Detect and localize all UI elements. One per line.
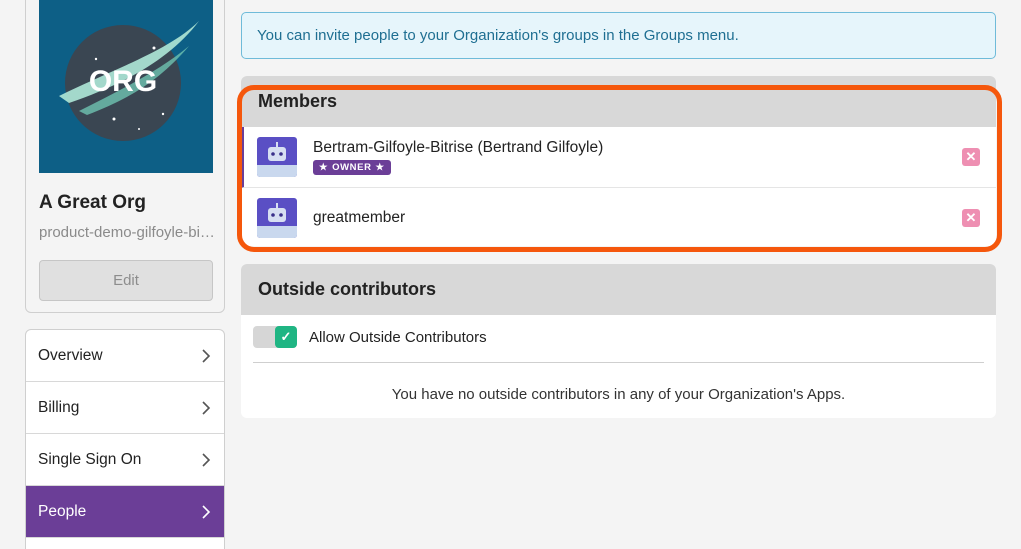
nav-item-label: People (38, 502, 87, 520)
org-logo: ORG (39, 0, 213, 173)
toggle-label: Allow Outside Contributors (309, 328, 487, 346)
nav-item-overview[interactable]: Overview (26, 330, 224, 382)
avatar (257, 198, 297, 238)
empty-state-text: You have no outside contributors in any … (391, 386, 846, 403)
org-name: A Great Org (39, 192, 146, 213)
members-header: Members (241, 76, 996, 127)
member-row: greatmember ✕ (241, 188, 996, 246)
members-panel: Members Bertram-Gilfoyle-Bitrise (Bertra… (241, 76, 996, 246)
settings-nav: Overview Billing Single Sign On People (25, 329, 225, 549)
check-icon: ✓ (275, 326, 297, 348)
close-icon: ✕ (965, 149, 977, 164)
chevron-right-icon (202, 504, 211, 519)
edit-org-button[interactable]: Edit (39, 260, 213, 301)
member-name: Bertram-Gilfoyle-Bitrise (Bertrand Gilfo… (313, 139, 604, 156)
org-logo-text: ORG (89, 65, 157, 98)
outside-contributors-header: Outside contributors (241, 264, 996, 315)
chevron-right-icon (202, 348, 211, 363)
close-icon: ✕ (965, 210, 977, 225)
member-name: greatmember (313, 209, 406, 226)
avatar (257, 137, 297, 177)
allow-outside-contributors-toggle[interactable]: ✓ (253, 326, 297, 348)
chevron-right-icon (202, 400, 211, 415)
allow-outside-contributors-row: ✓ Allow Outside Contributors (253, 326, 984, 363)
owner-badge-label: OWNER (332, 162, 372, 173)
nav-item-billing[interactable]: Billing (26, 382, 224, 434)
nav-item-label: Overview (38, 346, 103, 364)
members-title: Members (258, 91, 338, 111)
outside-contributors-title: Outside contributors (258, 279, 437, 299)
org-card: ORG A Great Org product-demo-gilfoyle-bi… (25, 0, 225, 313)
owner-badge: ★ OWNER ★ (313, 160, 391, 175)
nav-item-single-sign-on[interactable]: Single Sign On (26, 434, 224, 486)
nav-item-people[interactable]: People (26, 486, 224, 538)
info-banner: You can invite people to your Organizati… (241, 12, 996, 59)
remove-member-button[interactable]: ✕ (962, 148, 980, 166)
outside-contributors-panel: Outside contributors ✓ Allow Outside Con… (241, 264, 996, 418)
member-row: Bertram-Gilfoyle-Bitrise (Bertrand Gilfo… (241, 127, 996, 188)
star-icon: ★ (319, 162, 329, 173)
info-banner-text: You can invite people to your Organizati… (257, 27, 739, 44)
remove-member-button[interactable]: ✕ (962, 209, 980, 227)
nav-item-label: Billing (38, 398, 80, 416)
star-icon: ★ (375, 162, 385, 173)
nav-item-label: Single Sign On (38, 450, 142, 468)
chevron-right-icon (202, 452, 211, 467)
org-slug: product-demo-gilfoyle-bitrise (39, 224, 215, 241)
